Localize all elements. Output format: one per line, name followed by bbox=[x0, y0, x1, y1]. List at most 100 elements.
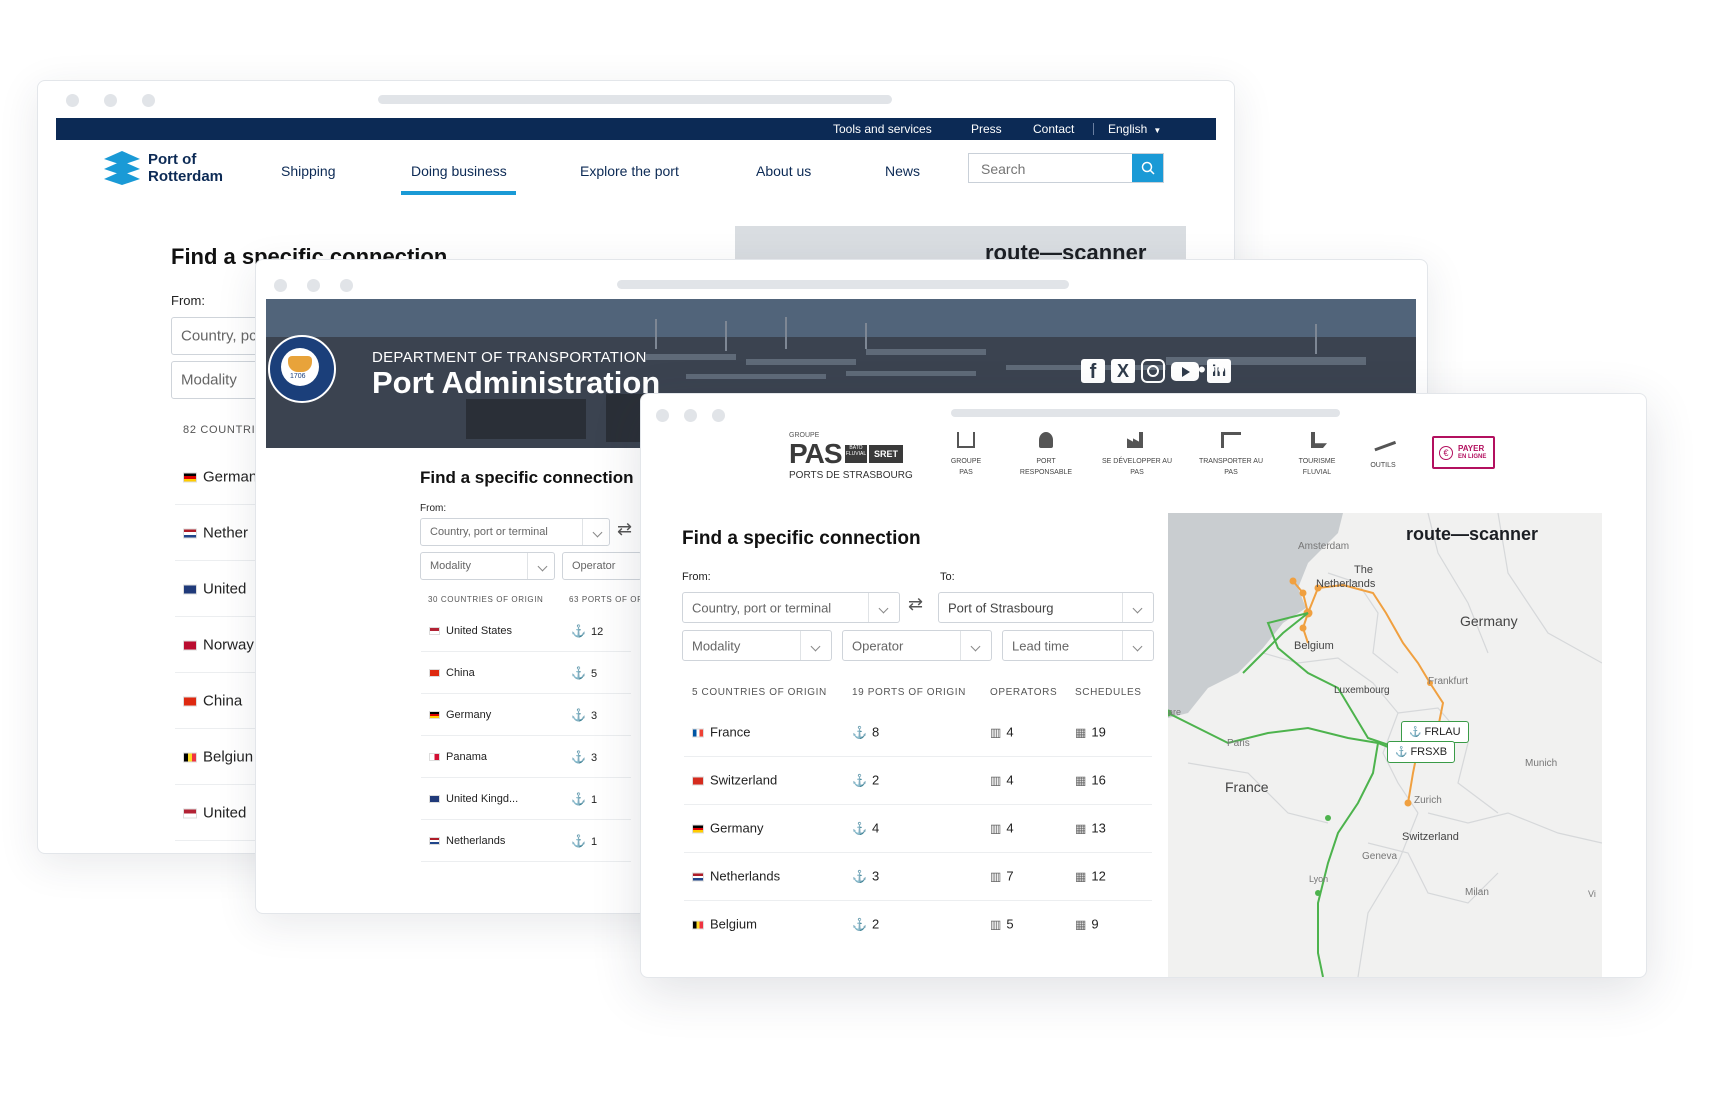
language-selector[interactable]: English ▼ bbox=[1108, 122, 1161, 136]
row-name: Switzerland bbox=[692, 773, 777, 788]
to-field[interactable]: Port of Strasbourg bbox=[938, 592, 1154, 623]
route-map[interactable]: route—scanner Amsterdam The Netherlands … bbox=[1168, 513, 1602, 977]
from-label: From: bbox=[171, 293, 205, 308]
anchor-icon: ⚓ bbox=[571, 665, 586, 680]
from-field[interactable]: Country, port or terminal bbox=[420, 518, 610, 546]
nav-tourisme[interactable]: TOURISME FLUVIAL bbox=[1279, 432, 1355, 476]
search-button[interactable] bbox=[1132, 154, 1163, 182]
ports-count: 1 bbox=[590, 835, 598, 848]
country-name: China bbox=[446, 666, 475, 679]
flag-uk-icon bbox=[183, 584, 197, 595]
nav-port-responsable[interactable]: PORT RESPONSABLE bbox=[1001, 432, 1091, 476]
youtube-icon[interactable] bbox=[1171, 362, 1199, 381]
more-icon[interactable]: ••• bbox=[1198, 357, 1227, 383]
instagram-icon[interactable] bbox=[1141, 359, 1165, 383]
leaf-icon bbox=[1039, 432, 1053, 448]
facebook-icon[interactable]: f bbox=[1081, 359, 1105, 383]
table-row[interactable]: Panama ⚓ 3 bbox=[421, 736, 631, 778]
strasbourg-heading: Find a specific connection bbox=[682, 528, 921, 549]
swap-icon[interactable]: ⇄ bbox=[908, 594, 923, 615]
nav-news[interactable]: News bbox=[885, 163, 920, 179]
ports-count: 1 bbox=[590, 793, 598, 806]
table-row[interactable]: Switzerland ⚓ 2 ▥ 4 ▦ 16 bbox=[684, 756, 1152, 805]
dept-label: DEPARTMENT OF TRANSPORTATION bbox=[372, 349, 647, 366]
table-row[interactable]: France ⚓ 8 ▥ 4 ▦ 19 bbox=[684, 708, 1152, 757]
url-bar[interactable] bbox=[617, 280, 1069, 289]
press-link[interactable]: Press bbox=[971, 122, 1002, 136]
row-name: France bbox=[692, 725, 750, 740]
table-row[interactable]: Germany ⚓ 3 bbox=[421, 694, 631, 736]
payer-en-ligne-button[interactable]: € PAYER EN LIGNE bbox=[1432, 436, 1495, 469]
ports-count: 5 bbox=[590, 667, 598, 680]
modality-field[interactable]: Modality bbox=[420, 552, 555, 580]
x-icon[interactable]: X bbox=[1111, 359, 1135, 383]
ports-count: 2 bbox=[871, 916, 880, 932]
lead-time-field[interactable]: Lead time bbox=[1002, 630, 1154, 661]
row-cell: Nether bbox=[183, 524, 248, 541]
flag-france-icon bbox=[692, 728, 704, 738]
row-schedules: ▦ 19 bbox=[1075, 725, 1106, 740]
operator-field[interactable]: Operator bbox=[842, 630, 992, 661]
nav-se-developper[interactable]: SE DÉVELOPPER AU PAS bbox=[1091, 432, 1183, 476]
chevron-down-icon bbox=[582, 519, 609, 545]
from-field[interactable]: Country, port or terminal bbox=[682, 592, 900, 623]
table-row[interactable]: Belgium ⚓ 2 ▥ 5 ▦ 9 bbox=[684, 900, 1152, 948]
nav-shipping[interactable]: Shipping bbox=[281, 163, 336, 179]
nav-doing-business[interactable]: Doing business bbox=[411, 163, 507, 179]
calendar-icon: ▦ bbox=[1075, 917, 1087, 932]
row-name: United States bbox=[429, 625, 512, 637]
operators-count: 7 bbox=[1006, 868, 1014, 884]
nav-explore-the-port[interactable]: Explore the port bbox=[580, 163, 679, 179]
country-name: Switzerland bbox=[710, 772, 778, 788]
nav-active-underline bbox=[401, 191, 516, 195]
map-label-milan: Milan bbox=[1465, 887, 1489, 898]
caret-down-icon: ▼ bbox=[1153, 126, 1162, 135]
table-row[interactable]: United States ⚓ 12 bbox=[421, 610, 631, 652]
url-bar[interactable] bbox=[378, 95, 892, 104]
anchor-icon: ⚓ bbox=[571, 791, 586, 806]
port-tag-frlau[interactable]: ⚓ FRLAU bbox=[1401, 721, 1469, 743]
country-name: Norway bbox=[203, 636, 254, 653]
table-row[interactable]: Germany ⚓ 4 ▥ 4 ▦ 13 bbox=[684, 804, 1152, 853]
modality-field[interactable]: Modality bbox=[682, 630, 832, 661]
operator-field[interactable]: Operator bbox=[562, 552, 642, 580]
row-ports: ⚓ 2 bbox=[852, 773, 879, 788]
search-input[interactable] bbox=[969, 154, 1143, 184]
url-bar[interactable] bbox=[951, 409, 1340, 417]
nav-outils[interactable]: OUTILS bbox=[1355, 428, 1411, 469]
country-name: China bbox=[203, 692, 243, 709]
window-dot bbox=[274, 279, 287, 292]
row-schedules: ▦ 13 bbox=[1075, 821, 1106, 836]
baltimore-seal[interactable]: 1706 bbox=[268, 335, 336, 403]
table-row[interactable]: Netherlands ⚓ 3 ▥ 7 ▦ 12 bbox=[684, 852, 1152, 901]
schedules-count: 13 bbox=[1091, 820, 1106, 836]
nav-about-us[interactable]: About us bbox=[756, 163, 811, 179]
nav-groupe-pas[interactable]: GROUPE PAS bbox=[931, 432, 1001, 476]
table-row[interactable]: United Kingd... ⚓ 1 bbox=[421, 778, 631, 820]
building-icon bbox=[957, 432, 975, 448]
flag-uk-icon bbox=[429, 794, 440, 803]
topbar-divider bbox=[1093, 123, 1094, 135]
row-operators: ▥ 4 bbox=[990, 773, 1014, 788]
table-row[interactable]: Netherlands ⚓ 1 bbox=[421, 820, 631, 862]
nav-transporter[interactable]: TRANSPORTER AU PAS bbox=[1183, 432, 1279, 476]
table-row[interactable]: China ⚓ 5 bbox=[421, 652, 631, 694]
rotterdam-logo[interactable]: Port of Rotterdam bbox=[102, 149, 242, 189]
contact-link[interactable]: Contact bbox=[1033, 122, 1074, 136]
flag-netherlands-icon bbox=[692, 872, 704, 882]
from-placeholder: Country, pc bbox=[181, 327, 257, 345]
anchor-icon: ⚓ bbox=[852, 869, 867, 884]
from-label: From: bbox=[420, 503, 447, 514]
nav-line1: TOURISME bbox=[1298, 458, 1336, 465]
pas-nav: GROUPE PAS PORT RESPONSABLE SE DÉVELOPPE… bbox=[931, 428, 1411, 488]
port-tag-frsxb[interactable]: ⚓ FRSXB bbox=[1387, 741, 1456, 763]
chevron-down-icon bbox=[800, 631, 831, 660]
swap-icon[interactable]: ⇄ bbox=[617, 519, 632, 540]
tools-link[interactable]: Tools and services bbox=[833, 122, 932, 136]
window-dot bbox=[684, 409, 697, 422]
modality-placeholder: Modality bbox=[181, 371, 237, 389]
country-name: United Kingd... bbox=[446, 792, 519, 805]
to-value: Port of Strasbourg bbox=[948, 600, 1054, 615]
country-name: France bbox=[710, 724, 751, 740]
pas-logo[interactable]: GROUPE PAS BATO FLUVIAL SRET PORTS DE ST… bbox=[789, 432, 917, 488]
